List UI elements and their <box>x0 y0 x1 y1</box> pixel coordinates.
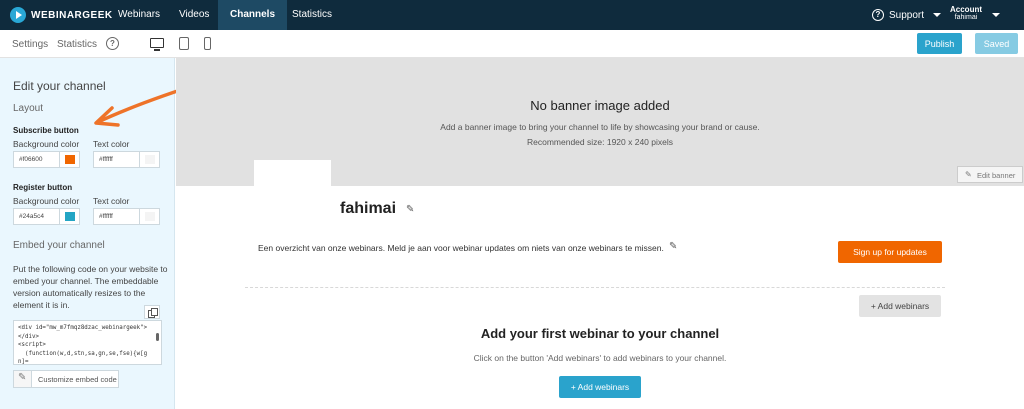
color-swatch <box>145 212 155 221</box>
pencil-icon: ✎ <box>965 170 972 179</box>
channel-description: Een overzicht van onze webinars. Meld je… <box>258 243 664 253</box>
channel-logo-placeholder[interactable] <box>254 160 331 188</box>
settings-link[interactable]: Settings <box>12 39 48 50</box>
banner-size-hint: Recommended size: 1920 x 240 pixels <box>527 137 673 147</box>
account-menu[interactable]: Account fahimai <box>950 5 982 21</box>
edit-banner-button[interactable]: ✎ Edit banner <box>957 166 1023 183</box>
color-swatch <box>65 155 75 164</box>
add-webinars-button[interactable]: + Add webinars <box>859 295 941 317</box>
color-swatch <box>145 155 155 164</box>
subscribe-bg-color-field[interactable]: #f06600 <box>13 151 80 168</box>
question-circle-icon: ? <box>872 9 884 21</box>
subscribe-text-color-field[interactable]: #ffffff <box>93 151 160 168</box>
embed-description: Put the following code on your website t… <box>13 264 168 310</box>
embed-code: <div id="mw_m7fmqz8dzac_webinargeek"></d… <box>18 325 148 365</box>
support-menu[interactable]: ? Support <box>872 0 942 30</box>
phone-icon[interactable] <box>204 37 211 50</box>
empty-state-title: Add your first webinar to your channel <box>480 326 720 341</box>
register-bg-color-field[interactable]: #24a5c4 <box>13 208 80 225</box>
register-text-label: Text color <box>93 196 130 206</box>
scrollbar[interactable] <box>156 333 159 341</box>
color-value: #24a5c4 <box>19 213 44 220</box>
add-webinars-primary-button[interactable]: + Add webinars <box>559 376 641 398</box>
editor-toolbar: Settings Statistics ? <box>0 30 1024 58</box>
color-swatch-button[interactable] <box>59 152 79 167</box>
register-text-color-field[interactable]: #ffffff <box>93 208 160 225</box>
customize-embed-code-button[interactable]: Customize embed code <box>13 370 119 388</box>
color-value: #ffffff <box>99 213 113 220</box>
publish-button[interactable]: Publish <box>917 33 962 54</box>
nav-statistics[interactable]: Statistics <box>280 0 344 30</box>
banner-subtitle: Add a banner image to bring your channel… <box>440 122 760 132</box>
tablet-icon[interactable] <box>179 37 189 50</box>
nav-channels[interactable]: Channels <box>218 0 288 30</box>
layout-heading: Layout <box>13 103 44 114</box>
divider <box>245 287 945 288</box>
account-label: Account <box>950 5 982 14</box>
chevron-down-icon <box>933 13 942 17</box>
top-navigation: WEBINARGEEK Webinars Videos Channels Sta… <box>0 0 1024 30</box>
empty-state-subtitle: Click on the button 'Add webinars' to ad… <box>473 353 727 363</box>
banner-title: No banner image added <box>530 98 670 113</box>
customize-label: Customize embed code <box>38 375 117 384</box>
register-bg-label: Background color <box>13 196 80 206</box>
statistics-link[interactable]: Statistics <box>57 39 97 50</box>
webinargeek-logo[interactable]: WEBINARGEEK <box>10 7 113 23</box>
play-circle-icon <box>10 7 26 23</box>
color-swatch-button[interactable] <box>139 152 159 167</box>
pencil-icon <box>14 371 32 387</box>
color-value: #f06600 <box>19 156 43 163</box>
subscribe-bg-label: Background color <box>13 139 80 149</box>
embed-heading: Embed your channel <box>13 240 105 251</box>
embed-code-textarea[interactable]: <div id="mw_m7fmqz8dzac_webinargeek"></d… <box>13 320 162 365</box>
copy-icon[interactable] <box>144 305 160 319</box>
logo-text: WEBINARGEEK <box>31 9 113 21</box>
subscribe-text-label: Text color <box>93 139 130 149</box>
color-swatch-button[interactable] <box>139 209 159 224</box>
subscribe-button-heading: Subscribe button <box>13 126 79 135</box>
channel-name: fahimai <box>340 200 397 217</box>
color-swatch <box>65 212 75 221</box>
nav-webinars[interactable]: Webinars <box>106 0 172 30</box>
help-icon[interactable]: ? <box>106 37 119 50</box>
pencil-icon[interactable]: ✎ <box>406 204 414 215</box>
edit-banner-label: Edit banner <box>977 171 1016 180</box>
sign-up-for-updates-button[interactable]: Sign up for updates <box>838 241 942 263</box>
color-swatch-button[interactable] <box>59 209 79 224</box>
desktop-icon[interactable] <box>150 38 164 51</box>
support-label: Support <box>889 9 925 21</box>
chevron-down-icon[interactable] <box>992 13 1000 17</box>
color-value: #ffffff <box>99 156 113 163</box>
saved-button[interactable]: Saved <box>975 33 1018 54</box>
pencil-icon[interactable]: ✎ <box>669 241 677 252</box>
register-button-heading: Register button <box>13 183 73 192</box>
nav-videos[interactable]: Videos <box>167 0 221 30</box>
account-username: fahimai <box>954 14 978 21</box>
